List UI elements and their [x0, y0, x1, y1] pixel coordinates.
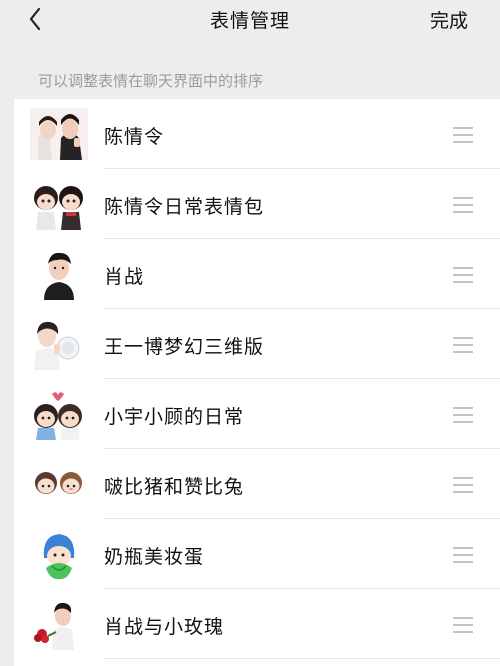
drag-handle-icon[interactable] [453, 127, 473, 143]
page-title: 表情管理 [209, 10, 290, 32]
sticker-pack-row[interactable]: 小宇小顾的日常 [14, 379, 500, 449]
drag-handle-icon[interactable] [453, 617, 473, 633]
sticker-pack-thumbnail [30, 178, 88, 230]
sticker-pack-list: 陈情令 陈情令日常表情包 肖战 王一博梦幻三维版 小宇小顾的日常 啵比猪和赞比兔… [14, 99, 500, 666]
drag-handle-icon[interactable] [453, 547, 473, 563]
sticker-pack-thumbnail [30, 458, 88, 510]
drag-handle-icon[interactable] [453, 197, 473, 213]
sticker-pack-thumbnail [30, 318, 88, 370]
sticker-pack-name: 肖战与小玫瑰 [104, 616, 225, 638]
sort-hint: 可以调整表情在聊天界面中的排序 [38, 72, 264, 90]
sticker-pack-row[interactable]: 王一博梦幻三维版 [14, 309, 500, 379]
sticker-pack-row[interactable]: 啵比猪和赞比兔 [14, 449, 500, 519]
sticker-pack-row[interactable]: 肖战 [14, 239, 500, 309]
sticker-pack-row[interactable]: 陈情令日常表情包 [14, 169, 500, 239]
drag-handle-icon[interactable] [453, 337, 473, 353]
sticker-pack-row[interactable]: 奶瓶美妆蛋 [14, 519, 500, 589]
navbar: 表情管理 完成 [0, 0, 500, 40]
sticker-management-screen: 表情管理 完成 可以调整表情在聊天界面中的排序 陈情令 陈情令日常表情包 肖战 … [0, 0, 500, 666]
sticker-pack-name: 陈情令日常表情包 [104, 196, 265, 218]
sticker-pack-name: 啵比猪和赞比兔 [104, 476, 245, 498]
drag-handle-icon[interactable] [453, 477, 473, 493]
sticker-pack-name: 小宇小顾的日常 [104, 406, 245, 428]
sticker-pack-row[interactable]: 陈情令 [14, 99, 500, 169]
drag-handle-icon[interactable] [453, 407, 473, 423]
sticker-pack-name: 奶瓶美妆蛋 [104, 546, 205, 568]
drag-handle-icon[interactable] [453, 267, 473, 283]
row-divider [104, 658, 500, 659]
sticker-pack-thumbnail [30, 108, 88, 160]
sticker-pack-name: 王一博梦幻三维版 [104, 336, 265, 358]
sticker-pack-name: 陈情令 [104, 126, 165, 148]
done-button[interactable]: 完成 [430, 6, 468, 33]
sticker-pack-thumbnail [30, 598, 88, 650]
sticker-pack-row[interactable]: 肖战与小玫瑰 [14, 589, 500, 659]
sticker-pack-name: 肖战 [104, 266, 145, 288]
sticker-pack-thumbnail [30, 528, 88, 580]
sticker-pack-thumbnail [30, 248, 88, 300]
sticker-pack-thumbnail [30, 388, 88, 440]
